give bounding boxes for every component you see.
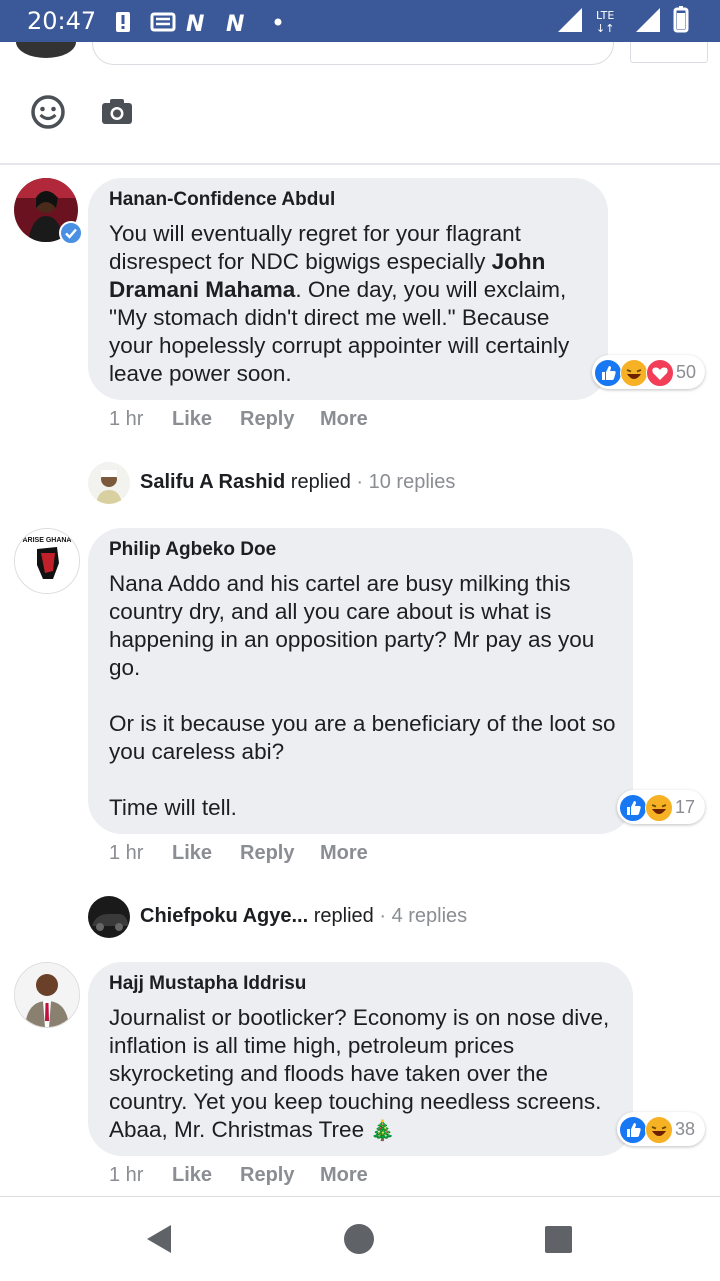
comment-paragraph: Or is it because you are a beneficiary o… bbox=[109, 711, 616, 764]
reaction-count: 17 bbox=[675, 797, 696, 817]
more-button[interactable]: More bbox=[320, 1164, 368, 1187]
comment-paragraph: Time will tell. bbox=[109, 795, 237, 820]
like-button[interactable]: Like bbox=[172, 408, 212, 431]
comment-input[interactable] bbox=[92, 42, 614, 65]
comment-actions: 1 hr Like Reply More bbox=[109, 408, 409, 432]
notification-icons: N N bbox=[116, 12, 282, 35]
recents-icon[interactable] bbox=[545, 1226, 572, 1253]
comment-text: You will eventually regret for your flag… bbox=[109, 221, 570, 386]
more-button[interactable]: More bbox=[320, 842, 368, 865]
christmas-tree-emoji: 🎄 bbox=[370, 1120, 396, 1142]
comment-author[interactable]: Hajj Mustapha Iddrisu bbox=[109, 973, 306, 995]
reply-button[interactable]: Reply bbox=[240, 842, 294, 865]
comment-bubble[interactable]: Hajj Mustapha Iddrisu Journalist or boot… bbox=[88, 962, 633, 1156]
comment-actions: 1 hr Like Reply More bbox=[109, 1164, 409, 1188]
reply-separator: · bbox=[379, 905, 387, 927]
camera-icon[interactable] bbox=[100, 98, 134, 126]
reaction-count: 38 bbox=[675, 1119, 696, 1139]
svg-text:LTE: LTE bbox=[596, 9, 614, 22]
clock: 20:47 bbox=[27, 7, 97, 35]
more-button[interactable]: More bbox=[320, 408, 368, 431]
like-reaction-icon bbox=[594, 359, 622, 387]
haha-reaction-icon bbox=[620, 359, 648, 387]
avatar-text: ARISE GHANA bbox=[22, 537, 71, 544]
message-icon bbox=[150, 12, 176, 32]
news-app-icon: N bbox=[186, 12, 204, 35]
reply-author[interactable]: Salifu A Rashid bbox=[140, 471, 285, 493]
system-icons: LTE ↓↑ bbox=[558, 6, 689, 35]
love-reaction-icon bbox=[646, 359, 674, 387]
reply-avatar bbox=[88, 896, 130, 938]
home-icon[interactable] bbox=[343, 1223, 375, 1255]
reply-count: 10 replies bbox=[368, 471, 456, 493]
system-nav-bar bbox=[0, 1196, 720, 1281]
like-button[interactable]: Like bbox=[172, 1164, 212, 1187]
reply-action: replied bbox=[313, 905, 374, 927]
divider bbox=[0, 163, 720, 165]
verified-badge-icon bbox=[59, 221, 83, 245]
signal-icon bbox=[558, 8, 582, 32]
reaction-summary[interactable]: 50 bbox=[592, 355, 705, 389]
reply-button[interactable]: Reply bbox=[240, 408, 294, 431]
reply-author[interactable]: Chiefpoku Agye... bbox=[140, 905, 308, 927]
reply-summary[interactable]: Chiefpoku Agye... replied · 4 replies bbox=[88, 895, 508, 939]
news-app-icon-2: N bbox=[226, 12, 244, 35]
reply-avatar bbox=[88, 462, 130, 504]
reaction-summary[interactable]: 38 bbox=[617, 1112, 705, 1146]
comment-author[interactable]: Philip Agbeko Doe bbox=[109, 539, 276, 561]
comment-time[interactable]: 1 hr bbox=[109, 842, 143, 865]
comment-composer bbox=[0, 42, 720, 166]
reply-separator: · bbox=[356, 471, 364, 493]
reply-summary[interactable]: Salifu A Rashid replied · 10 replies bbox=[88, 461, 488, 505]
status-bar: 20:47 N N LTE ↓↑ bbox=[0, 0, 720, 42]
comment-time[interactable]: 1 hr bbox=[109, 1164, 143, 1187]
reply-button[interactable]: Reply bbox=[240, 1164, 294, 1187]
like-reaction-icon bbox=[619, 1116, 647, 1144]
post-button[interactable] bbox=[630, 42, 708, 63]
comment-text: Nana Addo and his cartel are busy milkin… bbox=[109, 570, 619, 822]
avatar[interactable]: ARISE GHANA bbox=[14, 528, 80, 594]
comment-time[interactable]: 1 hr bbox=[109, 408, 143, 431]
haha-reaction-icon bbox=[645, 1116, 673, 1144]
comment-bubble[interactable]: Hanan-Confidence Abdul You will eventual… bbox=[88, 178, 608, 400]
comment-paragraph: Nana Addo and his cartel are busy milkin… bbox=[109, 571, 595, 680]
like-reaction-icon bbox=[619, 794, 647, 822]
haha-reaction-icon bbox=[645, 794, 673, 822]
comment-author[interactable]: Hanan-Confidence Abdul bbox=[109, 189, 335, 211]
reply-count: 4 replies bbox=[391, 905, 468, 927]
reply-action: replied bbox=[290, 471, 351, 493]
reaction-summary[interactable]: 17 bbox=[617, 790, 705, 824]
back-icon[interactable] bbox=[145, 1224, 173, 1254]
like-button[interactable]: Like bbox=[172, 842, 212, 865]
signal-icon-2 bbox=[636, 8, 660, 32]
composer-avatar bbox=[16, 42, 76, 58]
svg-text:↓↑: ↓↑ bbox=[596, 22, 614, 35]
avatar[interactable] bbox=[14, 962, 80, 1028]
comment-text: Journalist or bootlicker? Economy is on … bbox=[109, 1005, 610, 1142]
comment-actions: 1 hr Like Reply More bbox=[109, 842, 409, 866]
comment-bubble[interactable]: Philip Agbeko Doe Nana Addo and his cart… bbox=[88, 528, 633, 834]
reaction-count: 50 bbox=[676, 362, 697, 382]
smiley-icon[interactable] bbox=[30, 94, 66, 130]
